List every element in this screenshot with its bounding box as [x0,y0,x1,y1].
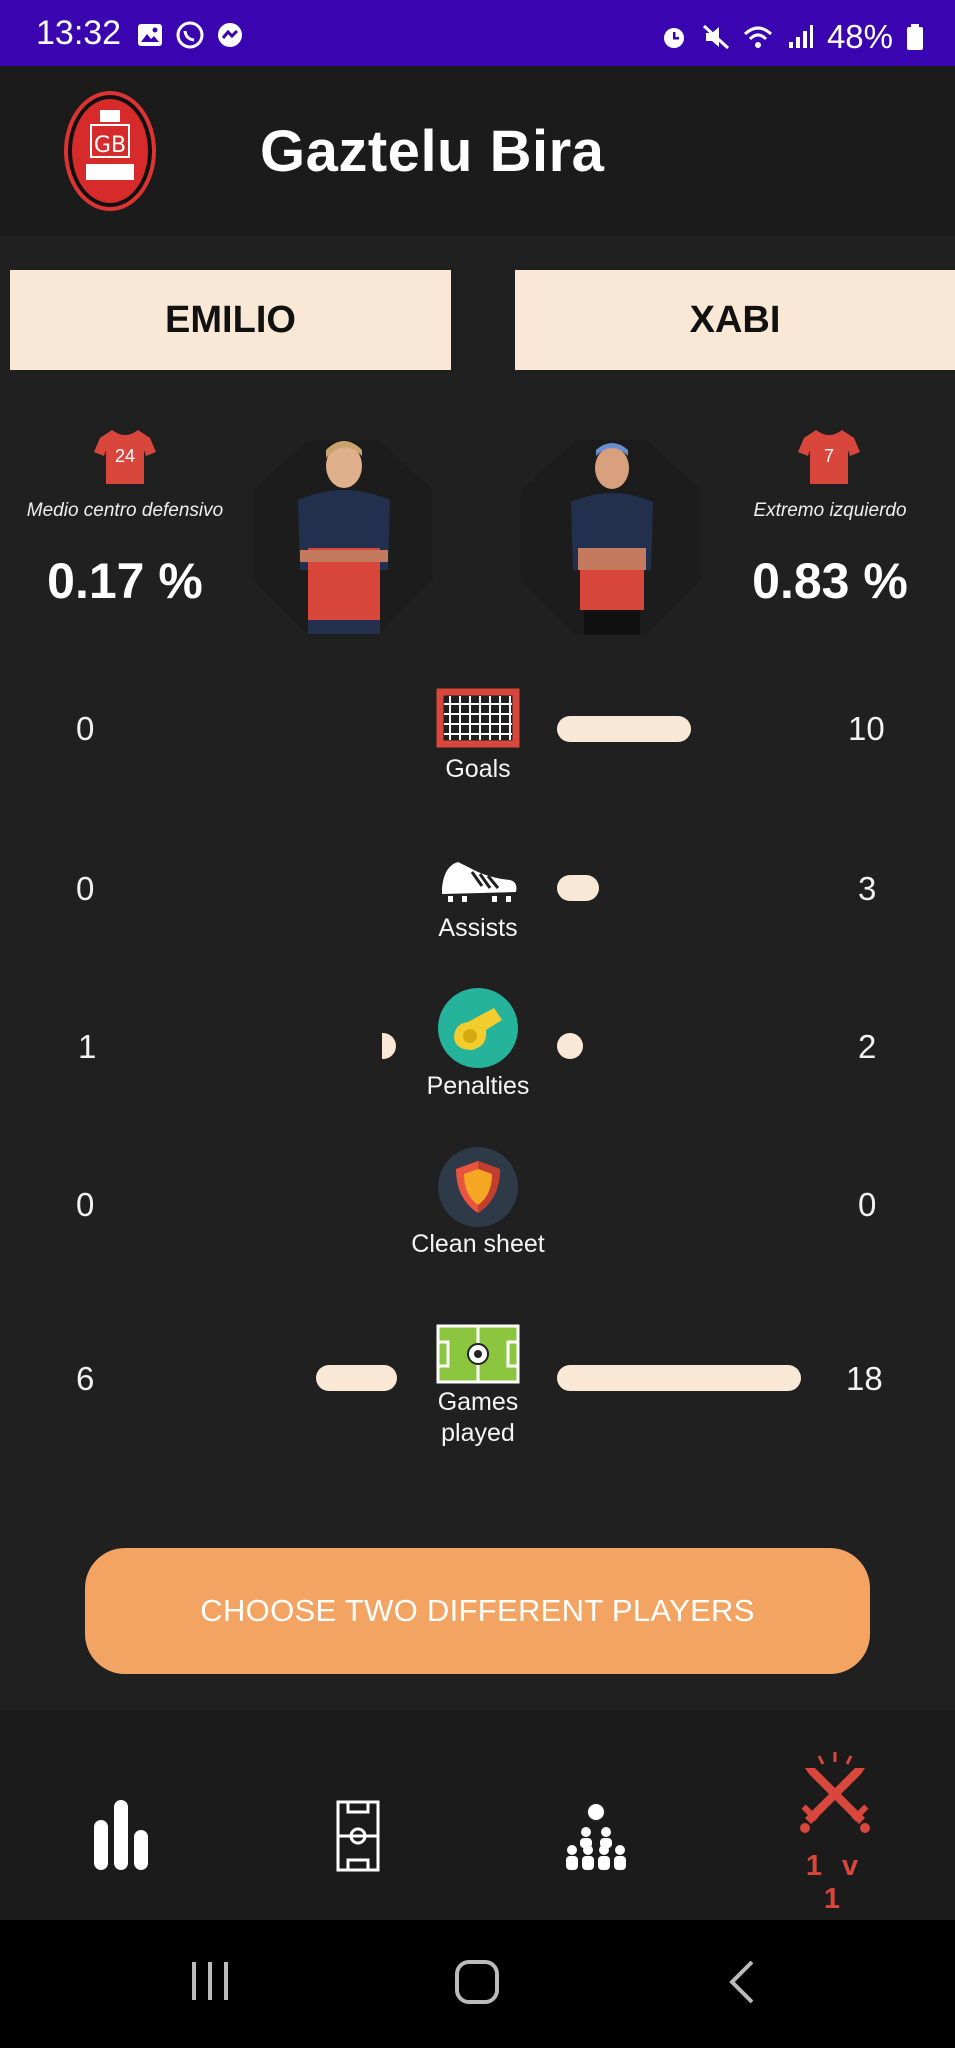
stat-penalties-label: Penalties [426,1072,530,1100]
right-player-photo [516,430,706,640]
right-player-position: Extremo izquierdo [753,500,907,521]
choose-players-button[interactable]: CHOOSE TWO DIFFERENT PLAYERS [85,1548,870,1674]
alarm-icon [659,22,689,52]
stat-games-right: 18 [846,1360,883,1397]
stat-goals-right: 10 [848,710,885,747]
right-shirt-icon: 7 [798,428,860,486]
right-player-selector[interactable]: XABI [515,270,955,370]
app-title: Gaztelu Bira [260,119,605,184]
left-shirt-number: 24 [114,446,136,466]
stat-goals-label: Goals [445,755,511,783]
stat-penalties-right-bar [557,1033,583,1059]
left-player-photo [248,430,438,640]
stat-clean-sheet-right: 0 [858,1186,877,1223]
goal-net-icon [436,678,520,762]
club-logo: GB [62,90,158,212]
system-nav-bar [0,1920,955,2048]
stat-clean-sheet-left: 0 [76,1186,95,1223]
shield-icon [436,1145,520,1229]
battery-icon [905,22,925,52]
stat-goals-right-bar [557,716,691,742]
stat-penalties-left-bar [382,1033,396,1059]
left-shirt-icon: 24 [94,428,156,486]
left-player-position: Medio centro defensivo [26,500,224,521]
gallery-icon [135,20,165,50]
left-player-selector[interactable]: EMILIO [10,270,451,370]
pitch-lineup-icon[interactable] [298,1776,418,1896]
stat-penalties-right: 2 [858,1028,877,1065]
stat-clean-sheet-label: Clean sheet [411,1230,545,1258]
messenger-icon [215,20,245,50]
stat-penalties-left: 1 [78,1028,97,1065]
stat-games-left: 6 [76,1360,95,1397]
recent-apps-icon[interactable] [188,1958,232,2009]
stat-assists-label: Assists [438,914,518,942]
svg-text:GB: GB [94,133,126,158]
app-bar: GB Gaztelu Bira [0,66,955,236]
stat-games-label: Games played [437,1388,519,1447]
football-boot-icon [436,838,520,922]
mute-icon [701,22,731,52]
versus-nav-label[interactable]: 1 v 1 [790,1850,880,1916]
whistle-icon [436,986,520,1070]
stat-assists-right: 3 [858,870,877,907]
stat-goals-left: 0 [76,710,95,747]
right-shirt-number: 7 [823,446,834,466]
stats-icon[interactable] [60,1776,180,1896]
stat-games-right-bar [557,1365,801,1391]
right-player-percentage: 0.83 % [752,553,908,609]
status-time: 13:32 [36,14,122,52]
wifi-icon [743,22,773,52]
stat-assists-left: 0 [76,870,95,907]
back-icon[interactable] [726,1958,758,2011]
stat-assists-right-bar [557,875,599,901]
status-bar: 13:32 48% [0,0,955,66]
team-icon[interactable] [536,1776,656,1896]
signal-icon [785,22,815,52]
versus-swords-icon[interactable] [775,1738,895,1858]
home-icon[interactable] [453,1958,501,2011]
left-player-percentage: 0.17 % [47,553,203,609]
pitch-icon [436,1310,520,1394]
whatsapp-icon [175,20,205,50]
battery-percent: 48% [826,18,893,55]
